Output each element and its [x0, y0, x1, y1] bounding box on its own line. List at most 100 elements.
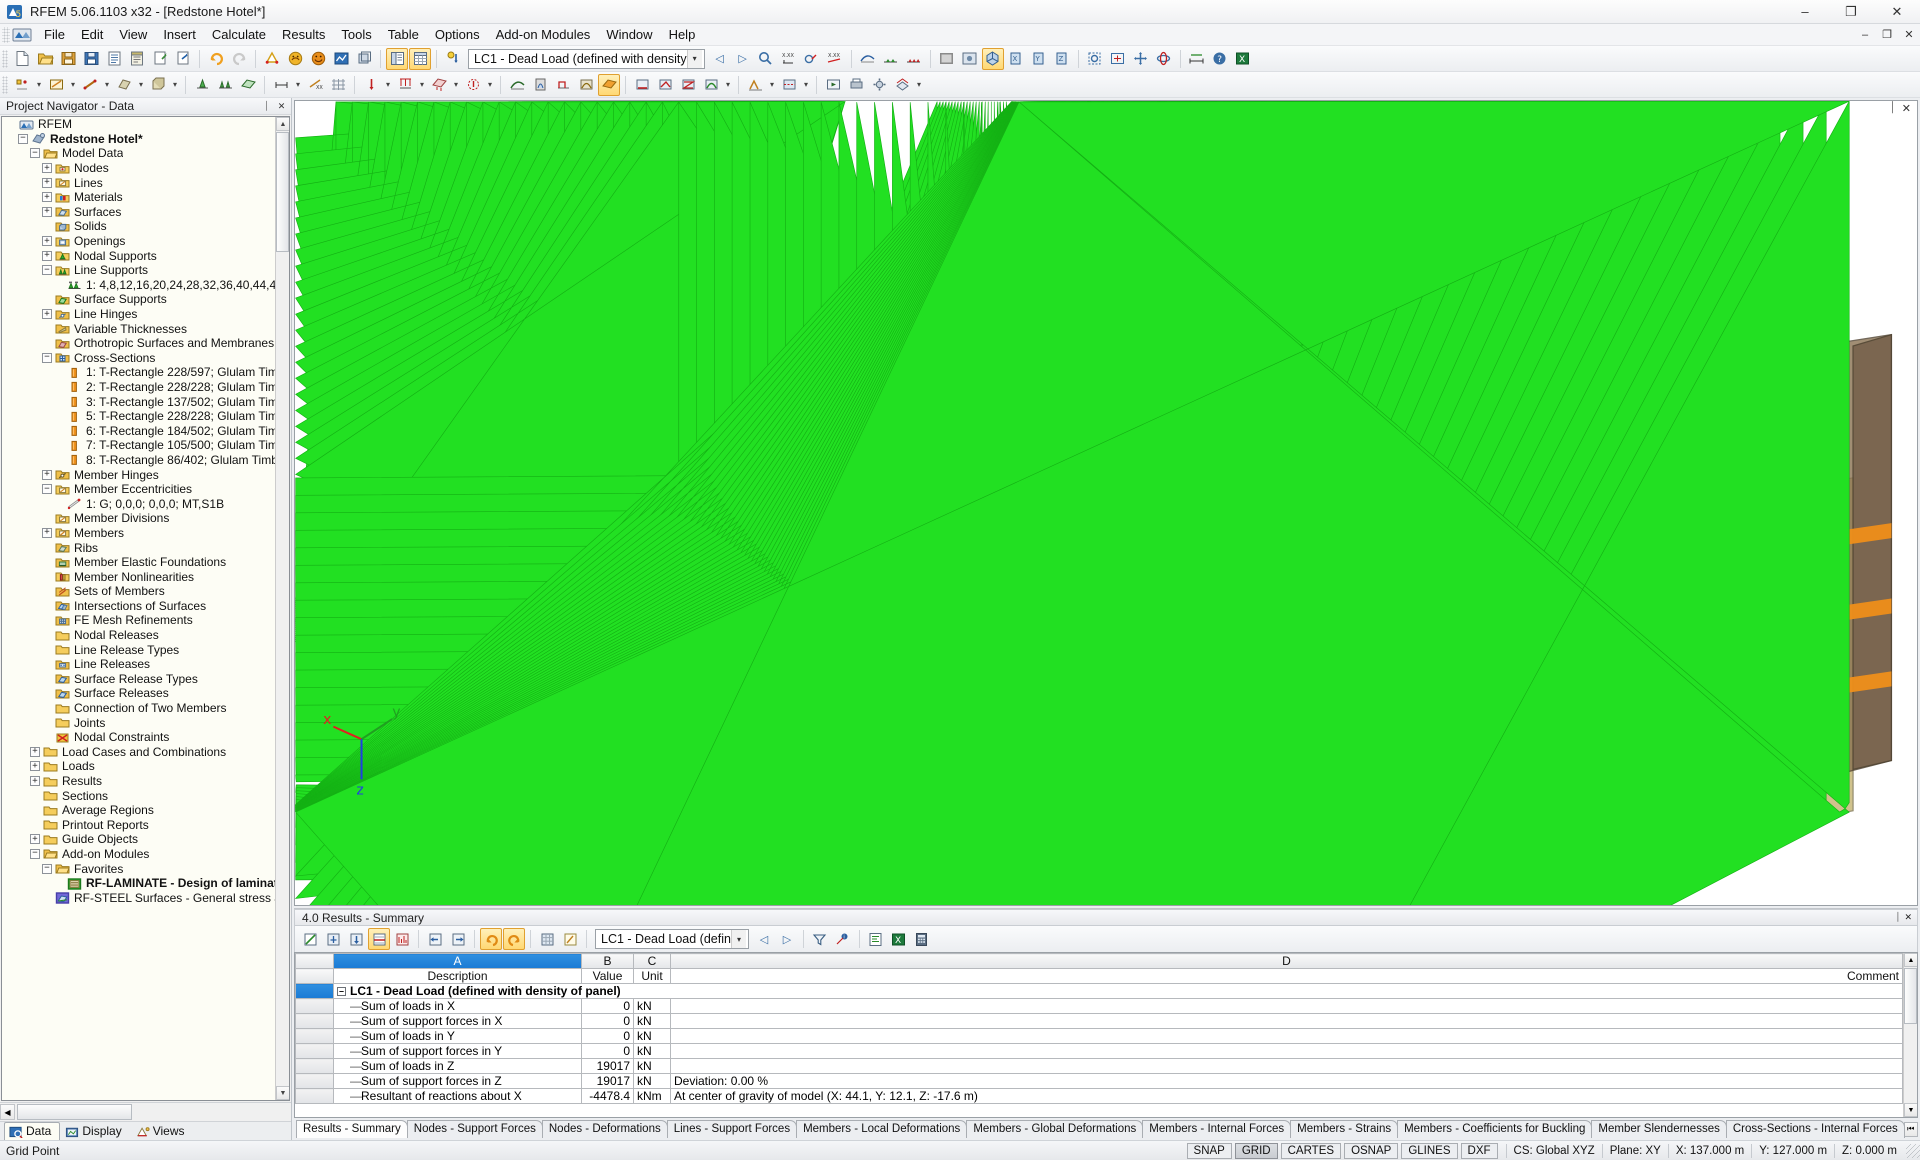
- pan-button[interactable]: [1130, 48, 1152, 70]
- dimension-dropdown[interactable]: ▾: [293, 74, 303, 96]
- new-solid-button[interactable]: [147, 74, 169, 96]
- row-header[interactable]: [296, 1089, 334, 1104]
- status-toggle-glines[interactable]: GLINES: [1401, 1143, 1457, 1159]
- menu-grip[interactable]: [2, 27, 10, 43]
- view-in-z-button[interactable]: Z: [1051, 48, 1073, 70]
- results-excel-button[interactable]: X: [888, 928, 910, 950]
- result-diagram-dropdown[interactable]: ▾: [767, 74, 777, 96]
- cell-comment[interactable]: [671, 1029, 1903, 1044]
- cell-description[interactable]: —Sum of support forces in Z: [334, 1074, 582, 1089]
- cell-description[interactable]: —Sum of support forces in X: [334, 1014, 582, 1029]
- surface-load-button[interactable]: [428, 74, 450, 96]
- tree-item-nodes[interactable]: +Nodes: [2, 161, 275, 176]
- cell-value[interactable]: 0: [582, 1029, 634, 1044]
- row-header[interactable]: [296, 999, 334, 1014]
- cell-description[interactable]: —Resultant of reactions about X: [334, 1089, 582, 1104]
- tree-item-line-supports[interactable]: −Line Supports: [2, 263, 275, 278]
- model-viewport[interactable]: ⏐ ✕: [294, 100, 1918, 906]
- table-import-button[interactable]: [345, 928, 367, 950]
- tree-item-member-eccentricities[interactable]: −Member Eccentricities: [2, 482, 275, 497]
- calculate-all-button[interactable]: [307, 48, 329, 70]
- cell-value[interactable]: 19017: [582, 1059, 634, 1074]
- menu-item-help[interactable]: Help: [661, 25, 704, 44]
- maximize-button[interactable]: ❐: [1828, 0, 1874, 24]
- sheet-tab-members-coefficients-for-buckling[interactable]: Members - Coefficients for Buckling: [1397, 1120, 1592, 1138]
- tree-item-model-data[interactable]: −Model Data: [2, 146, 275, 161]
- tree-item-1-g-0-0-0-0-0-0-mt-s1b[interactable]: 1: G; 0,0,0; 0,0,0; MT,S1B: [2, 496, 275, 511]
- cell-unit[interactable]: kNm: [634, 1089, 671, 1104]
- expand-icon[interactable]: +: [42, 178, 52, 188]
- line-load-button[interactable]: [394, 74, 416, 96]
- tree-item-nodal-releases[interactable]: Nodal Releases: [2, 628, 275, 643]
- mdi-restore-button[interactable]: ❐: [1876, 26, 1898, 44]
- tree-item-openings[interactable]: +Openings: [2, 234, 275, 249]
- deformation-results-button[interactable]: [506, 74, 528, 96]
- sheet-tab-lines-support-forces[interactable]: Lines - Support Forces: [667, 1120, 797, 1138]
- row-header[interactable]: [296, 1059, 334, 1074]
- results-combined-button[interactable]: [700, 74, 722, 96]
- tree-item-member-divisions[interactable]: Member Divisions: [2, 511, 275, 526]
- view-in-y-button[interactable]: Y: [1028, 48, 1050, 70]
- print-graphic-button[interactable]: [845, 74, 867, 96]
- settings-button[interactable]: [868, 74, 890, 96]
- row-header[interactable]: [296, 1014, 334, 1029]
- tree-item-6-t-rectangle-184-502-glulam-timber-gl36[interactable]: 6: T-Rectangle 184/502; Glulam Timber GL…: [2, 423, 275, 438]
- tree-item-add-on-modules[interactable]: −Add-on Modules: [2, 847, 275, 862]
- results-info-button[interactable]: i: [832, 928, 854, 950]
- table-row[interactable]: —Sum of support forces in Y0kN: [296, 1044, 1903, 1059]
- new-member-button[interactable]: [79, 74, 101, 96]
- surface-load-dropdown[interactable]: ▾: [451, 74, 461, 96]
- table-row[interactable]: —Resultant of reactions about X-4478.4kN…: [296, 1089, 1903, 1104]
- table-selection-button[interactable]: [322, 928, 344, 950]
- cell-value[interactable]: 0: [582, 999, 634, 1014]
- surface-support-button[interactable]: [237, 74, 259, 96]
- results-grid[interactable]: ABCDDescriptionValueUnitComment −LC1 - D…: [294, 952, 1918, 1118]
- tree-item-intersections-of-surfaces[interactable]: Intersections of Surfaces: [2, 599, 275, 614]
- tree-item-nodal-supports[interactable]: +Nodal Supports: [2, 248, 275, 263]
- tree-item-joints[interactable]: Joints: [2, 715, 275, 730]
- line-load-dropdown[interactable]: ▾: [417, 74, 427, 96]
- tree-item-rf-steel-surfaces-general-stress-analysis-of[interactable]: RF-STEEL Surfaces - General stress analy…: [2, 890, 275, 905]
- cell-unit[interactable]: kN: [634, 1044, 671, 1059]
- new-solid-dropdown[interactable]: ▾: [170, 74, 180, 96]
- collapse-icon[interactable]: −: [42, 353, 52, 363]
- sheet-first-button[interactable]: ⏮: [1904, 1122, 1918, 1137]
- expand-icon[interactable]: +: [42, 236, 52, 246]
- support-reactions-button[interactable]: [903, 48, 925, 70]
- dimension-button[interactable]: [270, 74, 292, 96]
- column-letter-c[interactable]: C: [634, 954, 671, 969]
- expand-icon[interactable]: +: [42, 207, 52, 217]
- table-filter-button[interactable]: [299, 928, 321, 950]
- column-letter-a[interactable]: A: [334, 954, 582, 969]
- grid-button[interactable]: [327, 74, 349, 96]
- expand-icon[interactable]: +: [42, 309, 52, 319]
- resize-grip[interactable]: [1906, 1144, 1920, 1158]
- tree-item-surface-release-types[interactable]: Surface Release Types: [2, 672, 275, 687]
- load-case-selector[interactable]: LC1 - Dead Load (defined with density ▾: [468, 49, 705, 69]
- cell-value[interactable]: 0: [582, 1014, 634, 1029]
- scroll-left-button[interactable]: ◀: [0, 1104, 15, 1120]
- redo-button[interactable]: [228, 48, 250, 70]
- view-in-x-button[interactable]: X: [1005, 48, 1027, 70]
- dxf-layer-button[interactable]: [891, 74, 913, 96]
- expand-icon[interactable]: +: [30, 834, 40, 844]
- toolbar-grip[interactable]: [2, 50, 8, 68]
- comment-button[interactable]: XX: [304, 74, 326, 96]
- tree-item-ribs[interactable]: Ribs: [2, 540, 275, 555]
- table-row[interactable]: —Sum of loads in Z19017kN: [296, 1059, 1903, 1074]
- free-load-dropdown[interactable]: ▾: [485, 74, 495, 96]
- new-line-button[interactable]: [45, 74, 67, 96]
- tree-item-2-t-rectangle-228-228-glulam-timber-gl36[interactable]: 2: T-Rectangle 228/228; Glulam Timber GL…: [2, 380, 275, 395]
- new-file-button[interactable]: [11, 48, 33, 70]
- collapse-icon[interactable]: −: [30, 849, 40, 859]
- tree-horizontal-scrollbar[interactable]: ◀: [0, 1102, 291, 1121]
- tree-item-sections[interactable]: Sections: [2, 788, 275, 803]
- results-calculator-button[interactable]: [911, 928, 933, 950]
- tree-item-redstone-hotel[interactable]: −Redstone Hotel*: [2, 132, 275, 147]
- results-y-button[interactable]: [654, 74, 676, 96]
- nodal-load-dropdown[interactable]: ▾: [383, 74, 393, 96]
- max-value-button[interactable]: [801, 48, 823, 70]
- cell-unit[interactable]: kN: [634, 1074, 671, 1089]
- scroll-down-button[interactable]: ▼: [276, 1086, 290, 1100]
- sheet-tab-nodes-deformations[interactable]: Nodes - Deformations: [542, 1120, 668, 1138]
